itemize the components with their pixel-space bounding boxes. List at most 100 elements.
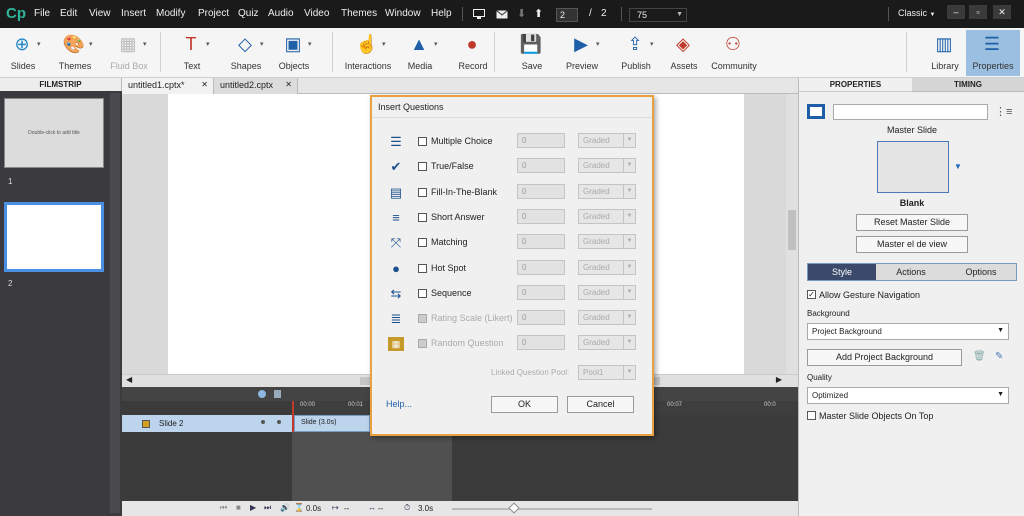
zoom-slider[interactable]: [452, 508, 652, 510]
scroll-left-icon[interactable]: ◀: [126, 375, 132, 384]
lock-icon[interactable]: [274, 390, 281, 398]
question-checkbox[interactable]: [418, 238, 427, 248]
save-button[interactable]: 💾 Save: [505, 30, 559, 76]
objects-button[interactable]: ▣ ▾ Objects: [267, 30, 321, 76]
question-checkbox[interactable]: [418, 137, 427, 146]
publish-button[interactable]: ⇪ ▾ Publish: [609, 30, 663, 76]
master-slide-thumbnail[interactable]: [877, 141, 949, 193]
stop-icon[interactable]: ■: [236, 503, 241, 512]
text-button[interactable]: T ▾ Text: [165, 30, 219, 76]
question-checkbox[interactable]: [418, 212, 427, 222]
chevron-down-icon: ▾: [650, 41, 654, 48]
slides-button[interactable]: ⊕ ▾ Slides: [0, 30, 50, 76]
timeline-slide-bar[interactable]: Slide (3.0s): [294, 415, 370, 432]
cancel-button[interactable]: Cancel: [567, 396, 634, 413]
chevron-down-icon: ▾: [596, 41, 600, 48]
dialog-title: Insert Questions: [378, 102, 444, 112]
slide-name-input[interactable]: [833, 104, 988, 120]
timeline-row-slide2[interactable]: Slide 2: [122, 415, 292, 432]
question-checkbox[interactable]: [418, 187, 427, 197]
stage-vertical-scrollbar[interactable]: [786, 94, 798, 374]
linked-pool-label: Linked Question Pool:: [491, 368, 570, 377]
preview-button[interactable]: ▶ ▾ Preview: [555, 30, 609, 76]
subtab-actions[interactable]: Actions: [876, 264, 946, 280]
visibility-dot[interactable]: [261, 420, 265, 424]
tab-timing[interactable]: TIMING: [912, 78, 1024, 92]
mail-icon[interactable]: [496, 10, 508, 19]
trash-icon[interactable]: 🗑: [973, 351, 986, 362]
menu-item-audio[interactable]: Audio: [268, 8, 294, 19]
menu-item-file[interactable]: File: [34, 8, 50, 19]
workspace-select[interactable]: Classic ▼: [898, 8, 935, 18]
rewind-icon[interactable]: ⏮: [220, 503, 227, 513]
filmstrip-scrollbar[interactable]: [110, 93, 120, 513]
themes-button[interactable]: 🎨 ▾ Themes: [48, 30, 102, 76]
shapes-button[interactable]: ◇ ▾ Shapes: [219, 30, 273, 76]
maximize-button[interactable]: ▫: [969, 5, 987, 19]
interactions-button[interactable]: ☝ ▾ Interactions: [341, 30, 395, 76]
audio-icon[interactable]: 🔊: [280, 503, 290, 512]
menu-item-edit[interactable]: Edit: [60, 8, 77, 19]
question-checkbox[interactable]: [418, 263, 427, 273]
screen-icon[interactable]: [473, 9, 485, 19]
master-objects-checkbox[interactable]: [807, 411, 816, 420]
master-slide-view-button[interactable]: Master el de view: [856, 236, 968, 253]
slide-thumbnail-1[interactable]: Double-click to add title: [4, 98, 104, 168]
properties-button[interactable]: ☰ Properties: [966, 30, 1020, 76]
arrow-up-icon[interactable]: ⬆: [534, 7, 543, 20]
allow-gesture-checkbox[interactable]: ✓: [807, 290, 816, 299]
question-label: True/False: [431, 161, 474, 172]
menu-item-insert[interactable]: Insert: [121, 8, 146, 19]
slide-thumbnail-2[interactable]: [4, 202, 104, 272]
tab-untitled2[interactable]: untitled2.cptx ✕: [214, 78, 298, 94]
edit-icon[interactable]: ✎: [995, 351, 1003, 362]
menu-item-view[interactable]: View: [89, 8, 111, 19]
close-icon[interactable]: ✕: [201, 80, 208, 89]
question-checkbox[interactable]: [418, 288, 427, 298]
toolbar-separator: [332, 32, 333, 72]
menu-item-window[interactable]: Window: [385, 8, 421, 19]
reset-master-slide-button[interactable]: Reset Master Slide: [856, 214, 968, 231]
record-button[interactable]: ● Record: [446, 30, 500, 76]
question-grade-select: Graded ▼: [578, 335, 636, 351]
add-project-background-button[interactable]: Add Project Background: [807, 349, 962, 366]
help-link[interactable]: Help...: [386, 399, 412, 409]
question-checkbox[interactable]: [418, 162, 427, 172]
scroll-thumb[interactable]: [788, 210, 796, 250]
menu-item-quiz[interactable]: Quiz: [238, 8, 259, 19]
close-icon[interactable]: ✕: [285, 80, 292, 89]
chevron-down-icon[interactable]: ▼: [954, 162, 962, 171]
tab-properties[interactable]: PROPERTIES: [799, 78, 912, 92]
close-window-button[interactable]: ✕: [993, 5, 1011, 19]
library-button[interactable]: ▥ Library: [918, 30, 972, 76]
scroll-right-icon[interactable]: ▶: [776, 375, 782, 384]
fluid-box-button[interactable]: ▦ ▾ Fluid Box: [102, 30, 156, 76]
zoom-slider-handle[interactable]: [508, 502, 520, 514]
lock-dot[interactable]: [277, 420, 281, 424]
question-count-input: 0: [517, 259, 565, 275]
ok-button[interactable]: OK: [491, 396, 558, 413]
arrow-down-icon[interactable]: ⬇: [517, 7, 526, 20]
menu-item-themes[interactable]: Themes: [341, 8, 377, 19]
forward-icon[interactable]: ⏭: [264, 503, 271, 513]
properties-subtabs: Style Actions Options: [807, 263, 1017, 281]
tab-untitled1[interactable]: untitled1.cptx* ✕: [122, 78, 214, 94]
quality-select[interactable]: Optimized ▼: [807, 387, 1009, 404]
subtab-style[interactable]: Style: [808, 264, 876, 280]
menu-item-video[interactable]: Video: [304, 8, 329, 19]
menu-item-modify[interactable]: Modify: [156, 8, 185, 19]
menu-item-project[interactable]: Project: [198, 8, 229, 19]
chevron-down-icon: ▼: [997, 327, 1004, 334]
page-current-field[interactable]: 2: [556, 8, 578, 22]
play-icon[interactable]: ▶: [250, 503, 256, 512]
minimize-button[interactable]: ‒: [947, 5, 965, 19]
community-button[interactable]: ⚇ Community: [707, 30, 761, 76]
menu-icon[interactable]: ⋮≡: [995, 105, 1012, 118]
eye-icon[interactable]: [258, 390, 266, 398]
background-select[interactable]: Project Background ▼: [807, 323, 1009, 340]
subtab-options[interactable]: Options: [946, 264, 1016, 280]
assets-button[interactable]: ◈ Assets: [657, 30, 711, 76]
zoom-select[interactable]: 75 ▼: [629, 8, 687, 22]
media-button[interactable]: ▲ ▾ Media: [393, 30, 447, 76]
menu-item-help[interactable]: Help: [431, 8, 452, 19]
